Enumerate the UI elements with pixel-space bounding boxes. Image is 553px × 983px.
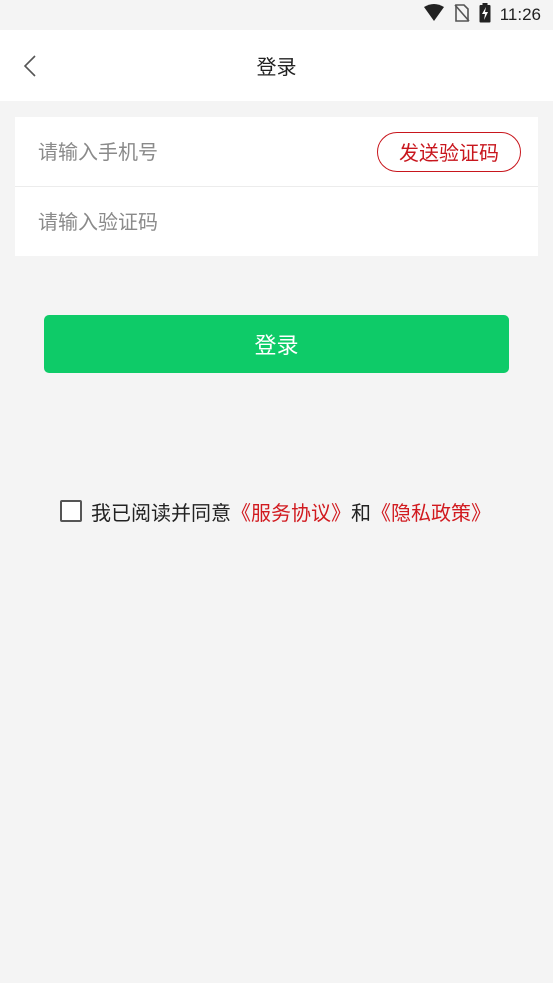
page-title: 登录 xyxy=(256,55,297,79)
status-time: 11:26 xyxy=(499,5,541,24)
privacy-link[interactable]: 《隐私政策》 xyxy=(371,497,491,526)
wifi-icon xyxy=(423,4,445,26)
phone-row: 发送验证码 xyxy=(15,117,538,186)
send-code-button[interactable]: 发送验证码 xyxy=(377,131,521,172)
back-button[interactable] xyxy=(12,48,48,84)
agreement-conjunction: 和 xyxy=(351,500,371,525)
verification-code-input[interactable] xyxy=(38,209,520,234)
status-bar: 11:26 xyxy=(0,0,553,30)
agreement-checkbox[interactable] xyxy=(60,500,82,522)
phone-input[interactable] xyxy=(38,139,377,164)
battery-charging-icon xyxy=(479,3,491,27)
agreement-prefix: 我已阅读并同意 xyxy=(91,500,231,525)
code-row xyxy=(15,186,538,256)
login-form: 发送验证码 xyxy=(15,117,538,256)
no-sim-icon xyxy=(454,4,470,26)
chevron-left-icon xyxy=(23,54,36,77)
terms-link[interactable]: 《服务协议》 xyxy=(231,497,351,526)
agreement-row: 我已阅读并同意 《服务协议》 和 《隐私政策》 xyxy=(60,496,491,526)
login-button[interactable]: 登录 xyxy=(44,315,509,373)
nav-bar: 登录 xyxy=(0,30,553,101)
